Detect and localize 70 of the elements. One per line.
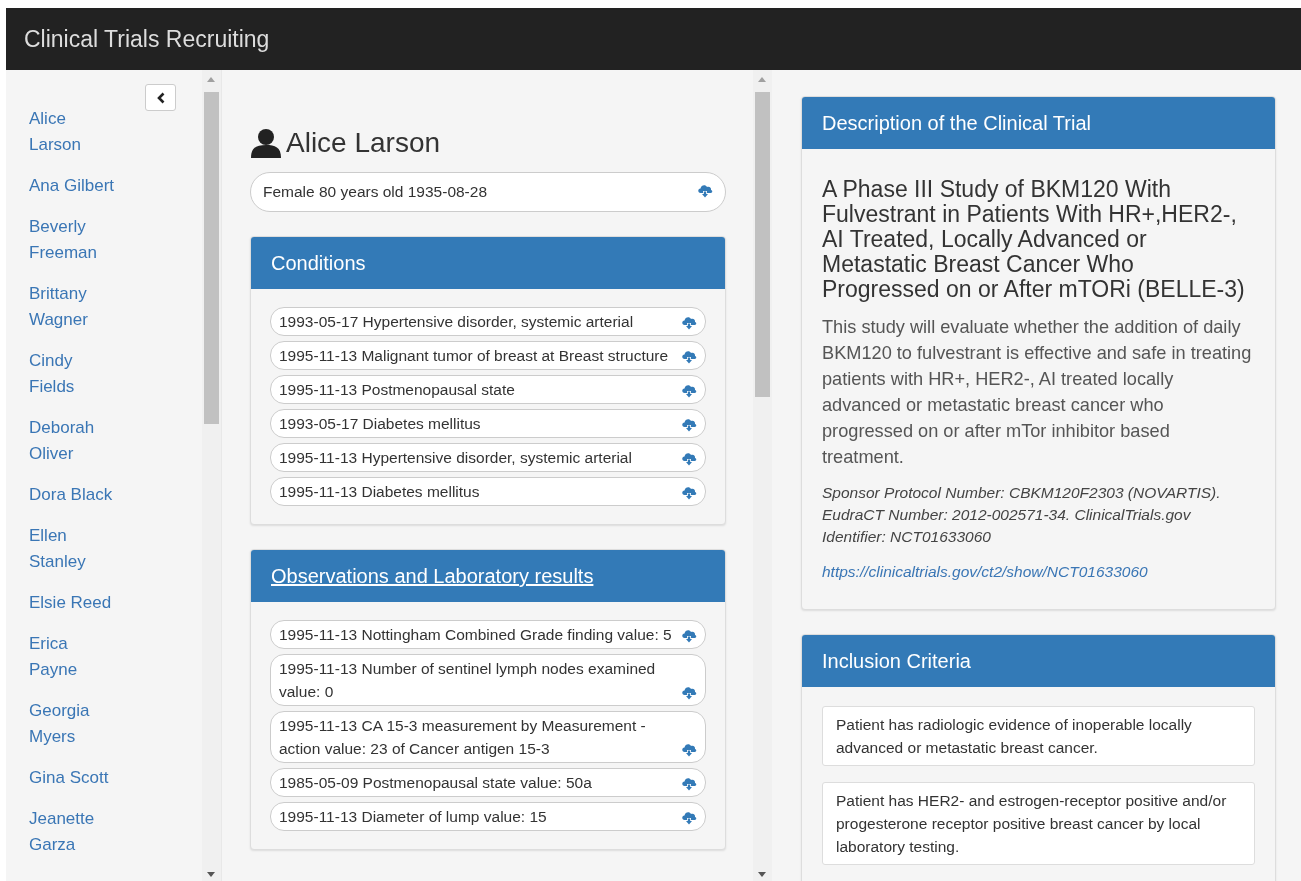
trial-identifiers: Sponsor Protocol Number: CBKM120F2303 (NOVARTIS). EudraCT Number: 2012-002571-34. ClinicalTrials.gov Identifier: NCT01633060 bbox=[822, 483, 1222, 547]
panel-header: Description of the Clinical Trial bbox=[802, 97, 1275, 149]
record-item[interactable]: 1985-05-09 Postmenopausal state value: 50a bbox=[270, 768, 706, 797]
cloud-download-icon[interactable] bbox=[681, 451, 697, 466]
criterion-text: Patient has HER2- and estrogen-receptor positive and/or progesterone receptor positive breast cancer by local laboratory testing. bbox=[822, 782, 1255, 866]
patient-link[interactable]: Cindy Fields bbox=[29, 348, 115, 400]
panel-header: Conditions bbox=[251, 237, 725, 289]
cloud-download-icon[interactable] bbox=[681, 742, 697, 757]
record-text: 1995-11-13 Postmenopausal state bbox=[279, 380, 515, 400]
chevron-left-icon bbox=[155, 91, 166, 104]
criterion-text: Patient has radiologic evidence of inoperable locally advanced or metastatic breast cancer. bbox=[822, 706, 1255, 767]
patient-name: Alice Larson bbox=[286, 126, 441, 160]
record-text: 1993-05-17 Diabetes mellitus bbox=[279, 414, 481, 434]
person-icon bbox=[250, 127, 282, 159]
patient-link[interactable]: Georgia Myers bbox=[29, 698, 115, 750]
patient-link[interactable]: Beverly Freeman bbox=[29, 214, 115, 266]
patient-link[interactable]: Elsie Reed bbox=[29, 590, 115, 616]
scroll-down-icon[interactable] bbox=[207, 872, 215, 877]
scroll-up-icon[interactable] bbox=[207, 77, 215, 82]
record-item[interactable]: 1995-11-13 Diameter of lump value: 15 bbox=[270, 802, 706, 831]
cloud-download-icon[interactable] bbox=[697, 183, 713, 198]
record-item[interactable]: 1995-11-13 Hypertensive disorder, systemic arterial bbox=[270, 443, 706, 472]
patient-link[interactable]: Jeanette Garza bbox=[29, 806, 115, 858]
record-item[interactable]: 1993-05-17 Hypertensive disorder, systemic arterial bbox=[270, 307, 706, 336]
cloud-download-icon[interactable] bbox=[681, 810, 697, 825]
panel-header: Inclusion Criteria bbox=[802, 635, 1275, 688]
record-text: 1995-11-13 Nottingham Combined Grade finding value: 5 bbox=[279, 625, 672, 645]
record-item[interactable]: 1995-11-13 CA 15-3 measurement by Measurement - action value: 23 of Cancer antigen 15-3 bbox=[270, 711, 706, 763]
cloud-download-icon[interactable] bbox=[681, 417, 697, 432]
record-text: 1993-05-17 Hypertensive disorder, systemic arterial bbox=[279, 312, 634, 332]
scrollbar-thumb[interactable] bbox=[755, 92, 770, 397]
record-text: 1985-05-09 Postmenopausal state value: 50a bbox=[279, 773, 592, 793]
record-item[interactable]: 1995-11-13 Postmenopausal state bbox=[270, 375, 706, 404]
app-title: Clinical Trials Recruiting bbox=[24, 24, 270, 54]
record-item[interactable]: 1995-11-13 Nottingham Combined Grade finding value: 5 bbox=[270, 620, 706, 649]
record-item[interactable]: 1995-11-13 Malignant tumor of breast at Breast structure bbox=[270, 341, 706, 370]
cloud-download-icon[interactable] bbox=[681, 349, 697, 364]
scroll-down-icon[interactable] bbox=[758, 872, 766, 877]
demographics-text: Female 80 years old 1935-08-28 bbox=[263, 182, 488, 202]
record-text: 1995-11-13 Diabetes mellitus bbox=[279, 482, 480, 502]
cloud-download-icon[interactable] bbox=[681, 776, 697, 791]
trial-summary: This study will evaluate whether the addition of daily BKM120 to fulvestrant is effective and safe in treating patients with HR+, HER2-, AI treated locally advanced or metastatic breast cancer who progressed on or after mTor inhibitor based treatment. bbox=[822, 316, 1253, 469]
trial-link[interactable]: https://clinicaltrials.gov/ct2/show/NCT01633060 bbox=[822, 563, 1148, 580]
record-item[interactable]: 1995-11-13 Diabetes mellitus bbox=[270, 477, 706, 506]
patient-link[interactable]: Dora Black bbox=[29, 482, 115, 508]
cloud-download-icon[interactable] bbox=[681, 315, 697, 330]
scrollbar[interactable] bbox=[753, 70, 772, 881]
record-text: 1995-11-13 Number of sentinel lymph nodes examined value: 0 bbox=[279, 659, 657, 702]
patient-link[interactable]: Gina Scott bbox=[29, 765, 115, 791]
record-text: 1995-11-13 CA 15-3 measurement by Measurement - action value: 23 of Cancer antigen 15-3 bbox=[279, 716, 647, 759]
record-text: 1995-11-13 Diameter of lump value: 15 bbox=[279, 807, 547, 827]
trial-title: A Phase III Study of BKM120 With Fulvestrant in Patients With HR+,HER2-, AI Treated, Locally Advanced or Metastatic Breast Cancer Who Progressed on or After mTORi (BELLE-3) bbox=[822, 177, 1246, 302]
scrollbar[interactable] bbox=[202, 70, 221, 881]
patient-link[interactable]: Erica Payne bbox=[29, 631, 115, 683]
cloud-download-icon[interactable] bbox=[681, 383, 697, 398]
record-item[interactable]: 1993-05-17 Diabetes mellitus bbox=[270, 409, 706, 438]
patient-link[interactable]: Ana Gilbert bbox=[29, 173, 115, 199]
patient-link[interactable]: Deborah Oliver bbox=[29, 415, 115, 467]
patient-link[interactable]: Ellen Stanley bbox=[29, 523, 115, 575]
patient-link[interactable]: Brittany Wagner bbox=[29, 281, 115, 333]
cloud-download-icon[interactable] bbox=[681, 685, 697, 700]
record-item[interactable]: 1995-11-13 Number of sentinel lymph nodes examined value: 0 bbox=[270, 654, 706, 706]
record-text: 1995-11-13 Hypertensive disorder, systemic arterial bbox=[279, 448, 632, 468]
record-text: 1995-11-13 Malignant tumor of breast at Breast structure bbox=[279, 346, 669, 366]
cloud-download-icon[interactable] bbox=[681, 628, 697, 643]
collapse-button[interactable] bbox=[145, 84, 176, 111]
patient-link[interactable]: Alice Larson bbox=[29, 106, 115, 158]
cloud-download-icon[interactable] bbox=[681, 485, 697, 500]
scrollbar-thumb[interactable] bbox=[204, 92, 219, 424]
scroll-up-icon[interactable] bbox=[758, 77, 766, 82]
